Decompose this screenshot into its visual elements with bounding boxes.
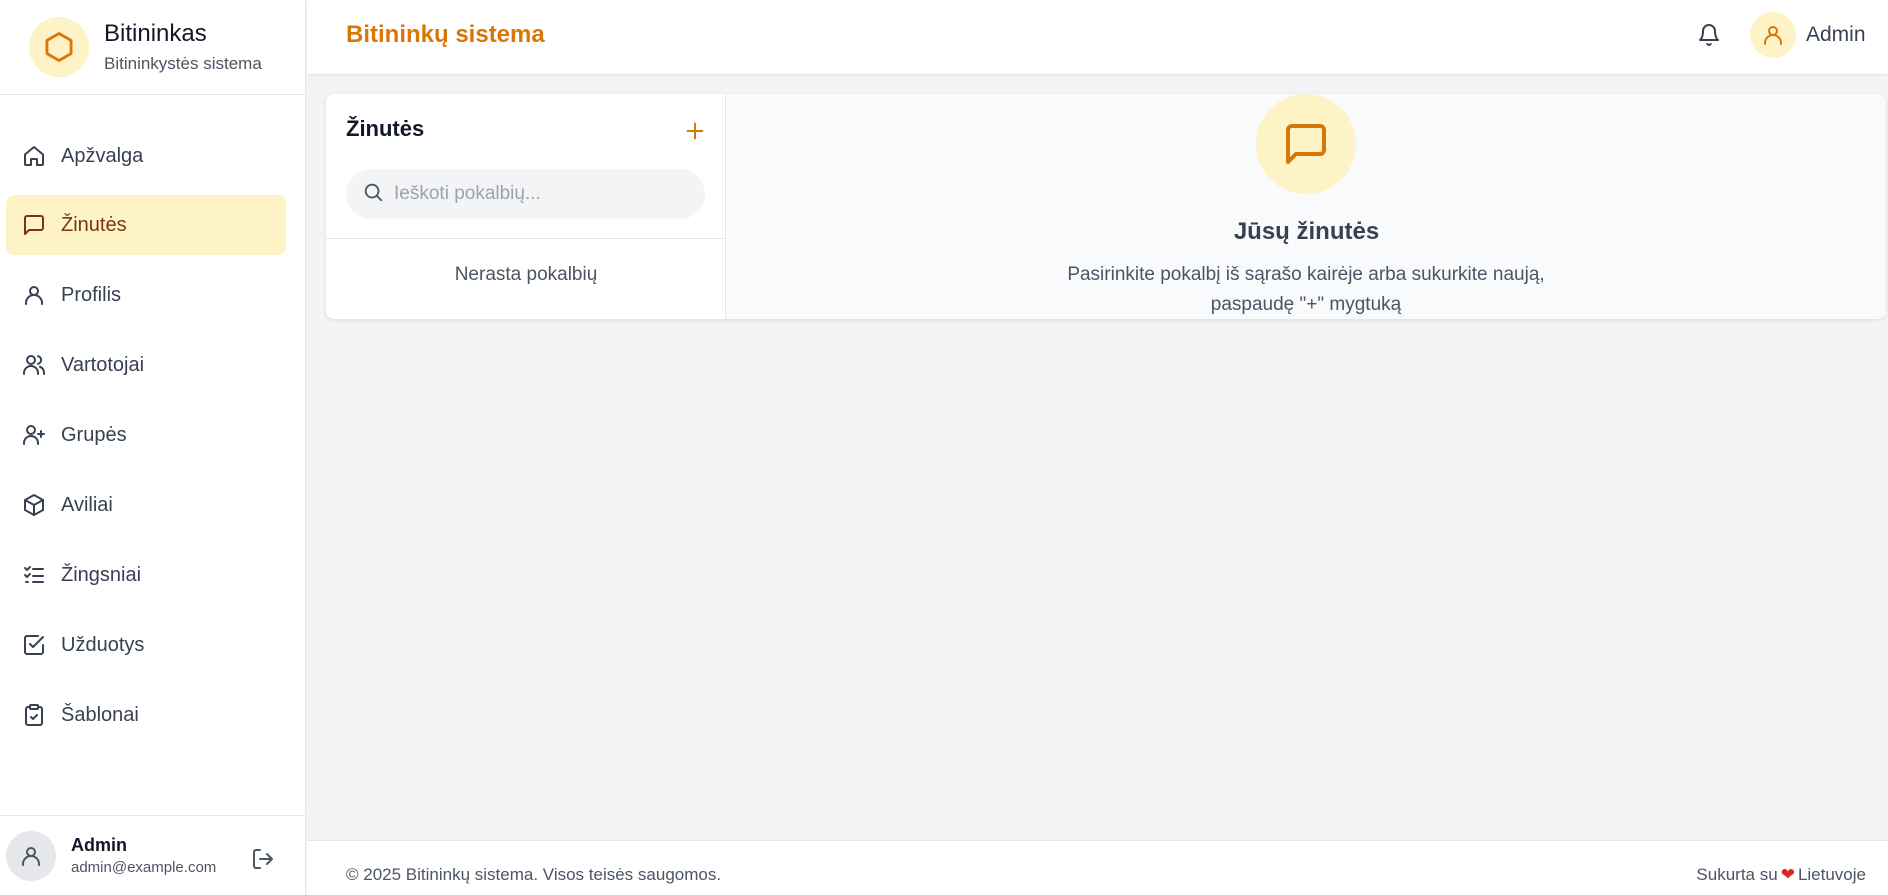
sidebar-item-profile[interactable]: Profilis: [6, 265, 286, 325]
top-bar: Bitininkų sistema Admin: [307, 0, 1888, 74]
header-user-name: Admin: [1806, 23, 1866, 46]
sidebar-item-overview[interactable]: Apžvalga: [6, 126, 286, 186]
conversation-placeholder-pane: Jūsų žinutės Pasirinkite pokalbį iš sąra…: [727, 94, 1886, 319]
brand: Bitininkas Bitininkystės sistema: [0, 0, 305, 95]
list-checks-icon: [21, 562, 47, 588]
heart-icon: ❤: [1780, 865, 1795, 884]
brand-subtitle: Bitininkystės sistema: [104, 53, 262, 73]
divider: [326, 238, 726, 239]
copyright-text: © 2025 Bitininkų sistema. Visos teisės s…: [346, 865, 722, 884]
clipboard-check-icon: [21, 702, 47, 728]
user-plus-icon: [21, 422, 47, 448]
footer: © 2025 Bitininkų sistema. Visos teisės s…: [307, 840, 1888, 895]
search-box: [346, 169, 705, 219]
sidebar-item-steps[interactable]: Žingsniai: [6, 545, 286, 605]
sidebar-user: Admin admin@example.com: [0, 815, 306, 895]
page-title: Bitininkų sistema: [346, 21, 545, 48]
sidebar-item-label: Šablonai: [61, 703, 139, 726]
placeholder-text: Pasirinkite pokalbį iš sąrašo kairėje ar…: [1067, 264, 1545, 315]
search-input[interactable]: [394, 183, 684, 205]
sidebar-item-label: Profilis: [61, 283, 122, 306]
user-email: admin@example.com: [71, 859, 217, 876]
brand-name: Bitininkas: [104, 20, 207, 48]
sidebar-item-label: Grupės: [61, 423, 127, 446]
sidebar-item-tasks[interactable]: Užduotys: [6, 615, 286, 675]
user-icon: [1750, 12, 1796, 58]
message-icon: [21, 212, 47, 238]
sidebar-item-label: Aviliai: [61, 493, 113, 516]
sidebar-item-label: Apžvalga: [61, 144, 144, 167]
home-icon: [21, 143, 47, 169]
made-prefix: Sukurta su: [1696, 865, 1778, 884]
messages-title: Žinutės: [346, 116, 425, 141]
made-in-text: Sukurta su ❤ Lietuvoje: [1696, 865, 1866, 885]
sidebar-item-label: Žingsniai: [61, 563, 142, 586]
user-name: Admin: [71, 835, 127, 855]
hexagon-logo-icon: [29, 17, 89, 77]
plus-icon: [686, 122, 704, 140]
conversation-list-pane: Žinutės Nerasta pokalbių: [326, 94, 726, 319]
sidebar-item-users[interactable]: Vartotojai: [6, 335, 286, 395]
sidebar-nav: Apžvalga Žinutės Profilis Vartotojai Gru…: [0, 95, 305, 726]
made-suffix: Lietuvoje: [1797, 865, 1866, 884]
sidebar-item-messages[interactable]: Žinutės: [6, 195, 286, 255]
sidebar-item-label: Vartotojai: [61, 353, 145, 376]
logout-icon[interactable]: [248, 844, 278, 874]
new-conversation-button[interactable]: [680, 116, 710, 146]
bell-icon[interactable]: [1694, 20, 1724, 50]
messages-card: Žinutės Nerasta pokalbių Jūsų žinutės Pa…: [326, 94, 1886, 319]
sidebar-item-label: Žinutės: [61, 213, 127, 236]
empty-conversations-text: Nerasta pokalbių: [454, 264, 598, 285]
users-icon: [21, 352, 47, 378]
search-icon: [362, 181, 384, 208]
message-icon: [1256, 94, 1356, 194]
user-menu-button[interactable]: Admin: [1750, 12, 1866, 58]
user-icon: [21, 282, 47, 308]
box-icon: [21, 492, 47, 518]
placeholder-title: Jūsų žinutės: [1233, 218, 1380, 245]
sidebar-item-templates[interactable]: Šablonai: [6, 685, 286, 745]
sidebar-item-groups[interactable]: Grupės: [6, 405, 286, 465]
sidebar: Bitininkas Bitininkystės sistema Apžvalg…: [0, 0, 306, 895]
avatar: [6, 830, 56, 881]
sidebar-item-label: Užduotys: [61, 633, 145, 656]
sidebar-item-hives[interactable]: Aviliai: [6, 475, 286, 535]
check-square-icon: [21, 632, 47, 658]
